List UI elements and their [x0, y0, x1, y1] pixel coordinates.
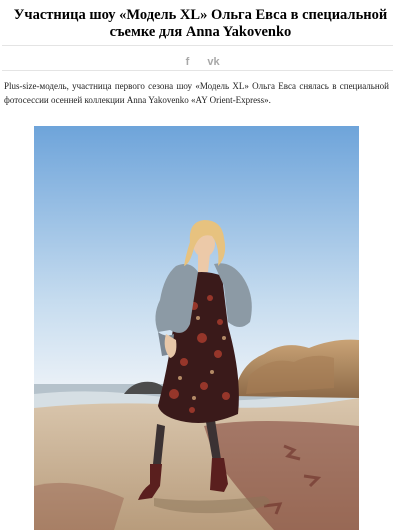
article-photo — [34, 126, 359, 530]
vk-icon[interactable]: vk — [206, 55, 222, 69]
share-divider — [2, 70, 393, 71]
share-bar: f vk — [0, 55, 401, 69]
article-title: Участница шоу «Модель XL» Ольга Евса в с… — [0, 7, 401, 41]
article-title-line-1: Участница шоу «Модель XL» Ольга Евса в с… — [13, 7, 388, 23]
facebook-icon[interactable]: f — [180, 55, 196, 69]
article-lead: Plus-size-модель, участница первого сезо… — [4, 81, 389, 105]
title-divider — [2, 45, 393, 46]
article-title-line-2: съемке для Anna Yakovenko — [109, 24, 292, 40]
